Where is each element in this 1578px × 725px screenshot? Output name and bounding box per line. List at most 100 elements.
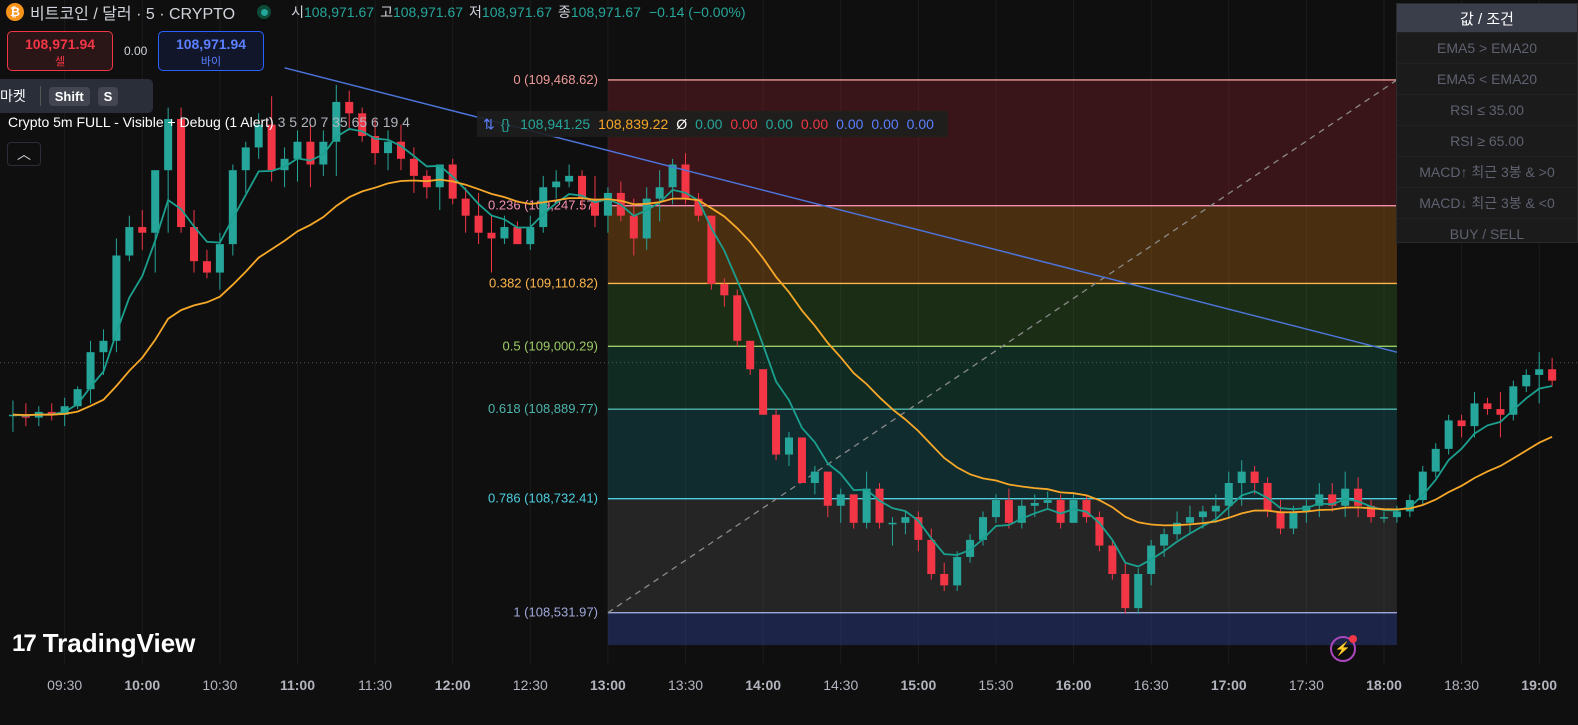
candle-body — [177, 119, 186, 228]
candle-body — [1030, 502, 1039, 506]
buy-label: 바이 — [200, 56, 222, 68]
candle-body — [461, 198, 470, 216]
candle-body — [655, 187, 664, 199]
indicator-value: 0.00 — [730, 116, 758, 132]
candle-body — [1276, 511, 1285, 529]
candle-body — [603, 192, 612, 216]
x-axis-tick-label: 15:30 — [978, 677, 1013, 693]
x-axis-tick-label: 16:00 — [1056, 677, 1092, 693]
candle-body — [138, 227, 147, 233]
candle-body — [940, 574, 949, 586]
market-open-icon — [257, 5, 272, 19]
x-axis-tick-label: 11:30 — [358, 677, 392, 693]
candle-body — [1341, 488, 1350, 506]
candle-body — [901, 517, 910, 523]
candle-body — [1198, 511, 1207, 518]
conditions-table: 값 / 조건 EMA5 > EMA20 EMA5 < EMA20 RSI ≤ 35.… — [1396, 3, 1578, 243]
sell-button[interactable]: 108,971.94 셀 — [7, 31, 113, 71]
candle-body — [513, 227, 522, 245]
buy-price: 108,971.94 — [175, 36, 247, 52]
candle-body — [1237, 471, 1246, 483]
condition-row: EMA5 < EMA20 — [1397, 63, 1577, 94]
x-axis-tick-label: 10:00 — [124, 677, 160, 693]
candle-body — [112, 255, 121, 341]
buy-button[interactable]: 108,971.94 바이 — [158, 31, 264, 71]
symbol-title[interactable]: 비트코인 / 달러 · 5 · CRYPTO — [30, 0, 235, 24]
candle-body — [202, 261, 211, 273]
candle-body — [267, 124, 276, 171]
tradingview-logo[interactable]: 17 TradingView — [12, 628, 195, 659]
chevron-up-icon: ︿ — [17, 146, 31, 162]
candle-body — [784, 437, 794, 455]
candle-body — [720, 283, 729, 296]
alert-icon[interactable]: ⇅ — [483, 116, 495, 133]
open-value: 108,971.67 — [303, 4, 375, 20]
price-chart[interactable]: 0 (109,468.62)0.236 (109,247.57)0.382 (1… — [0, 0, 1578, 725]
source-code-icon[interactable]: {} — [501, 116, 510, 132]
candle-body — [1160, 534, 1169, 546]
candle-body — [1224, 483, 1233, 506]
x-axis-tick-label: 18:30 — [1444, 677, 1479, 693]
low-label: 저 — [469, 4, 482, 20]
indicator-value: 108,839.22 — [598, 116, 669, 132]
market-order-bar[interactable]: 마켓 Shift S — [0, 79, 153, 113]
candle-body — [836, 494, 845, 506]
condition-row: MACD↑ 최근 3봉 & >0 — [1397, 156, 1577, 187]
s-key: S — [97, 86, 119, 106]
collapse-legend-button[interactable]: ︿ — [7, 142, 41, 166]
high-label: 고 — [380, 4, 393, 20]
candle-body — [1121, 574, 1130, 609]
bottom-toolbar — [0, 714, 1578, 725]
candle-body — [215, 244, 224, 273]
candle-body — [409, 158, 418, 176]
candle-body — [293, 141, 302, 159]
condition-row: RSI ≤ 35.00 — [1397, 94, 1577, 125]
candle-body — [1004, 500, 1013, 523]
indicator-legend[interactable]: Crypto 5m FULL - Visible + Debug (1 Aler… — [8, 114, 410, 130]
candle-body — [241, 147, 250, 171]
candle-body — [1134, 574, 1143, 609]
sell-label: 셀 — [54, 56, 66, 68]
x-axis-tick-label: 11:00 — [280, 677, 315, 693]
open-label: 시 — [291, 4, 304, 20]
x-axis-tick-label: 10:30 — [202, 677, 237, 693]
bitcoin-icon: ₿ — [6, 3, 24, 21]
candle-body — [99, 340, 108, 353]
fib-level-label: 0.786 (108,732.41) — [488, 491, 598, 506]
fib-level-label: 1 (108,531.97) — [513, 605, 598, 620]
fib-zone — [607, 346, 1397, 410]
candle-body — [849, 494, 858, 523]
indicator-value: 108,941.25 — [520, 116, 591, 132]
x-axis-tick-label: 18:00 — [1366, 677, 1402, 693]
x-axis-tick-label: 13:00 — [590, 677, 626, 693]
tradingview-mark-icon: 17 — [12, 629, 37, 657]
fib-level-label: 0 (109,468.62) — [513, 72, 598, 87]
candle-body — [823, 471, 832, 506]
x-axis-tick-label: 09:30 — [47, 677, 82, 693]
indicator-value: 0.00 — [906, 116, 934, 132]
candle-body — [1185, 517, 1194, 523]
flash-icon[interactable]: ⚡ — [1330, 635, 1357, 662]
candle-body — [552, 181, 561, 188]
candle-body — [526, 227, 535, 245]
condition-row: BUY / SELL — [1397, 218, 1577, 242]
candle-body — [862, 488, 871, 523]
candle-body — [810, 471, 819, 483]
spread-value: 0.00 — [124, 44, 148, 58]
close-value: 108,971.67 — [570, 4, 641, 20]
candle-body — [1431, 448, 1440, 472]
condition-row: MACD↓ 최근 3봉 & <0 — [1397, 187, 1577, 218]
candle-body — [1211, 505, 1220, 512]
candle-body — [1069, 500, 1078, 523]
condition-row: RSI ≥ 65.00 — [1397, 125, 1577, 156]
candle-body — [1483, 403, 1492, 410]
candle-body — [1043, 500, 1052, 503]
fib-zone — [607, 612, 1397, 646]
candle-body — [1496, 409, 1505, 415]
symbol-header: ₿ 비트코인 / 달러 · 5 · CRYPTO 시 108,971.67 고 10… — [0, 0, 745, 24]
candle-body — [991, 500, 1000, 518]
indicator-value: 0.00 — [765, 116, 793, 132]
x-axis-tick-label: 19:00 — [1521, 677, 1557, 693]
candle-body — [1535, 369, 1544, 375]
candle-body — [1444, 420, 1453, 449]
